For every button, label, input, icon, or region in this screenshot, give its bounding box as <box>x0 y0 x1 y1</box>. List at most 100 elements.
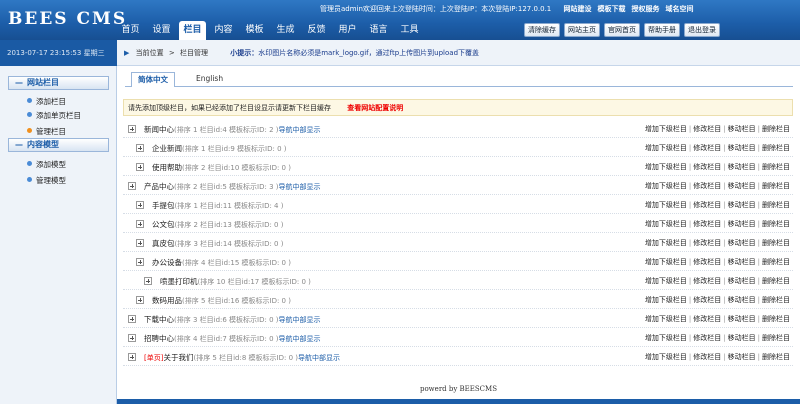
category-name[interactable]: 办公设备 <box>152 258 182 267</box>
action-0[interactable]: 增加下级栏目 <box>645 296 687 304</box>
tab-chinese[interactable]: 简体中文 <box>131 72 175 87</box>
toolbar-button-3[interactable]: 帮助手册 <box>644 23 680 37</box>
category-name[interactable]: 产品中心 <box>144 182 174 191</box>
sidebar-item-1-1[interactable]: 管理模型 <box>27 175 66 186</box>
expand-icon[interactable] <box>136 258 144 266</box>
action-1[interactable]: 修改栏目 <box>693 125 721 133</box>
expand-icon[interactable] <box>128 353 136 361</box>
action-2[interactable]: 移动栏目 <box>728 258 756 266</box>
action-3[interactable]: 删除栏目 <box>762 315 790 323</box>
action-2[interactable]: 移动栏目 <box>728 277 756 285</box>
expand-icon[interactable] <box>144 277 152 285</box>
nav-item-5[interactable]: 生成 <box>272 21 299 40</box>
config-help-link[interactable]: 查看网站配置说明 <box>347 104 403 112</box>
action-2[interactable]: 移动栏目 <box>728 182 756 190</box>
category-name[interactable]: 关于我们 <box>163 353 193 362</box>
action-1[interactable]: 修改栏目 <box>693 220 721 228</box>
action-3[interactable]: 删除栏目 <box>762 258 790 266</box>
action-3[interactable]: 删除栏目 <box>762 334 790 342</box>
action-0[interactable]: 增加下级栏目 <box>645 144 687 152</box>
sidebar-group-1[interactable]: — 内容模型 <box>8 138 109 152</box>
sidebar-group-0[interactable]: — 网站栏目 <box>8 76 109 90</box>
action-3[interactable]: 删除栏目 <box>762 353 790 361</box>
action-0[interactable]: 增加下级栏目 <box>645 163 687 171</box>
action-1[interactable]: 修改栏目 <box>693 258 721 266</box>
action-2[interactable]: 移动栏目 <box>728 315 756 323</box>
action-3[interactable]: 删除栏目 <box>762 220 790 228</box>
action-2[interactable]: 移动栏目 <box>728 239 756 247</box>
action-1[interactable]: 修改栏目 <box>693 277 721 285</box>
action-2[interactable]: 移动栏目 <box>728 125 756 133</box>
toolbar-button-1[interactable]: 网站主页 <box>564 23 600 37</box>
nav-item-4[interactable]: 模板 <box>241 21 268 40</box>
action-1[interactable]: 修改栏目 <box>693 239 721 247</box>
action-3[interactable]: 删除栏目 <box>762 144 790 152</box>
action-0[interactable]: 增加下级栏目 <box>645 315 687 323</box>
action-0[interactable]: 增加下级栏目 <box>645 239 687 247</box>
action-2[interactable]: 移动栏目 <box>728 220 756 228</box>
tab-english[interactable]: English <box>190 72 229 87</box>
expand-icon[interactable] <box>128 182 136 190</box>
top-link-2[interactable]: 授权服务 <box>632 5 660 13</box>
nav-item-1[interactable]: 设置 <box>148 21 175 40</box>
action-1[interactable]: 修改栏目 <box>693 201 721 209</box>
action-0[interactable]: 增加下级栏目 <box>645 201 687 209</box>
sidebar-item-0-1[interactable]: 添加单页栏目 <box>27 110 81 121</box>
category-name[interactable]: 手提包 <box>152 201 175 210</box>
expand-icon[interactable] <box>136 239 144 247</box>
category-name[interactable]: 招聘中心 <box>144 334 174 343</box>
sidebar-item-1-0[interactable]: 添加模型 <box>27 159 66 170</box>
action-3[interactable]: 删除栏目 <box>762 277 790 285</box>
action-0[interactable]: 增加下级栏目 <box>645 334 687 342</box>
action-3[interactable]: 删除栏目 <box>762 125 790 133</box>
nav-item-0[interactable]: 首页 <box>117 21 144 40</box>
expand-icon[interactable] <box>136 296 144 304</box>
action-3[interactable]: 删除栏目 <box>762 163 790 171</box>
category-name[interactable]: 企业新闻 <box>152 144 182 153</box>
action-3[interactable]: 删除栏目 <box>762 201 790 209</box>
action-1[interactable]: 修改栏目 <box>693 182 721 190</box>
sidebar-item-0-0[interactable]: 添加栏目 <box>27 96 66 107</box>
action-0[interactable]: 增加下级栏目 <box>645 125 687 133</box>
action-1[interactable]: 修改栏目 <box>693 296 721 304</box>
expand-icon[interactable] <box>136 163 144 171</box>
toolbar-button-4[interactable]: 退出登录 <box>684 23 720 37</box>
toolbar-button-0[interactable]: 清除缓存 <box>524 23 560 37</box>
top-link-0[interactable]: 网站建设 <box>564 5 592 13</box>
nav-item-8[interactable]: 语言 <box>365 21 392 40</box>
category-name[interactable]: 使用帮助 <box>152 163 182 172</box>
expand-icon[interactable] <box>136 220 144 228</box>
action-3[interactable]: 删除栏目 <box>762 182 790 190</box>
sidebar-item-0-2[interactable]: 管理栏目 <box>27 126 66 137</box>
nav-item-9[interactable]: 工具 <box>396 21 423 40</box>
action-3[interactable]: 删除栏目 <box>762 239 790 247</box>
action-1[interactable]: 修改栏目 <box>693 144 721 152</box>
action-0[interactable]: 增加下级栏目 <box>645 182 687 190</box>
category-name[interactable]: 新闻中心 <box>144 125 174 134</box>
category-name[interactable]: 公文包 <box>152 220 175 229</box>
toolbar-button-2[interactable]: 官网首页 <box>604 23 640 37</box>
action-2[interactable]: 移动栏目 <box>728 201 756 209</box>
top-link-3[interactable]: 域名空间 <box>666 5 694 13</box>
category-name[interactable]: 数码用品 <box>152 296 182 305</box>
action-1[interactable]: 修改栏目 <box>693 163 721 171</box>
action-0[interactable]: 增加下级栏目 <box>645 258 687 266</box>
action-1[interactable]: 修改栏目 <box>693 353 721 361</box>
action-2[interactable]: 移动栏目 <box>728 334 756 342</box>
action-0[interactable]: 增加下级栏目 <box>645 220 687 228</box>
action-3[interactable]: 删除栏目 <box>762 296 790 304</box>
expand-icon[interactable] <box>128 315 136 323</box>
action-2[interactable]: 移动栏目 <box>728 296 756 304</box>
nav-item-3[interactable]: 内容 <box>210 21 237 40</box>
expand-icon[interactable] <box>128 334 136 342</box>
action-2[interactable]: 移动栏目 <box>728 163 756 171</box>
action-0[interactable]: 增加下级栏目 <box>645 277 687 285</box>
category-name[interactable]: 下载中心 <box>144 315 174 324</box>
top-link-1[interactable]: 模板下载 <box>598 5 626 13</box>
action-1[interactable]: 修改栏目 <box>693 315 721 323</box>
expand-icon[interactable] <box>136 144 144 152</box>
expand-icon[interactable] <box>128 125 136 133</box>
action-0[interactable]: 增加下级栏目 <box>645 353 687 361</box>
nav-item-2[interactable]: 栏目 <box>179 21 206 40</box>
nav-item-6[interactable]: 反馈 <box>303 21 330 40</box>
